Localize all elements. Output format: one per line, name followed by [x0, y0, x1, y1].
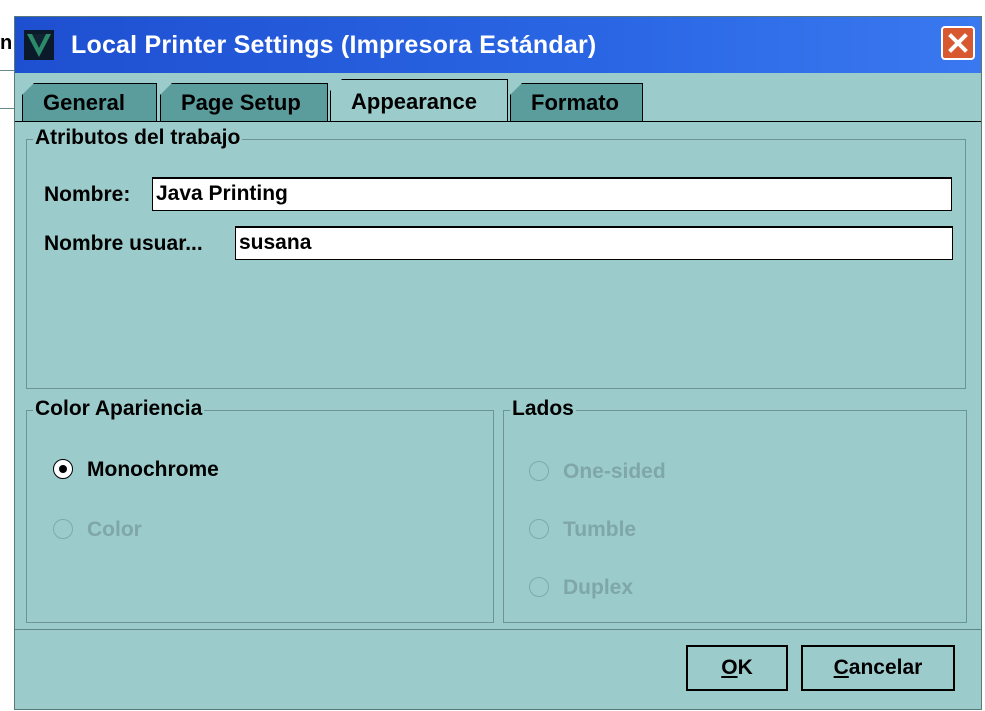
- job-attributes-group: Atributos del trabajo Nombre: Java Print…: [26, 126, 966, 389]
- radio-selected-icon: [53, 459, 73, 479]
- sides-legend: Lados: [510, 397, 576, 421]
- tab-general[interactable]: General: [22, 83, 157, 121]
- background-text: n: [0, 32, 13, 54]
- app-logo-icon: [24, 30, 54, 60]
- job-attributes-legend: Atributos del trabajo: [33, 126, 243, 150]
- name-label: Nombre:: [44, 183, 131, 206]
- tab-strip: General Page Setup Appearance Formato: [15, 73, 981, 133]
- title-bar[interactable]: Local Printer Settings (Impresora Estánd…: [15, 17, 981, 73]
- color-label: Color: [87, 518, 142, 541]
- ok-button[interactable]: OK: [686, 645, 788, 691]
- background-divider: [0, 108, 14, 109]
- user-name-field[interactable]: susana: [235, 226, 953, 260]
- background-divider: [0, 70, 14, 71]
- cancel-label: ancelar: [848, 656, 923, 679]
- duplex-label: Duplex: [563, 576, 634, 599]
- radio-unselected-icon: [529, 519, 549, 539]
- color-appearance-group: Color Apariencia Monochrome Color: [26, 397, 494, 623]
- close-button[interactable]: [941, 26, 975, 60]
- radio-unselected-icon: [529, 577, 549, 597]
- tumble-label: Tumble: [563, 518, 637, 541]
- radio-unselected-icon: [53, 519, 73, 539]
- user-name-label: Nombre usuar...: [44, 232, 203, 255]
- monochrome-label: Monochrome: [87, 458, 219, 481]
- tab-formato[interactable]: Formato: [510, 83, 643, 121]
- printer-settings-dialog: Local Printer Settings (Impresora Estánd…: [14, 16, 982, 710]
- one-sided-label: One-sided: [563, 460, 666, 483]
- dialog-title: Local Printer Settings (Impresora Estánd…: [71, 31, 597, 59]
- ok-label: K: [737, 656, 753, 679]
- footer-divider: [15, 629, 981, 630]
- cancel-button[interactable]: Cancelar: [801, 645, 955, 691]
- radio-unselected-icon: [529, 461, 549, 481]
- cancel-mnemonic: C: [833, 656, 849, 679]
- tab-page-setup[interactable]: Page Setup: [160, 83, 328, 121]
- background-window: [0, 0, 14, 711]
- name-field[interactable]: Java Printing: [152, 177, 952, 211]
- tab-divider: [15, 121, 981, 122]
- sides-group: Lados One-sided Tumble Duplex: [503, 397, 967, 623]
- close-icon: [948, 33, 968, 53]
- tab-appearance[interactable]: Appearance: [330, 79, 508, 122]
- ok-mnemonic: O: [721, 656, 738, 679]
- color-appearance-legend: Color Apariencia: [33, 397, 205, 421]
